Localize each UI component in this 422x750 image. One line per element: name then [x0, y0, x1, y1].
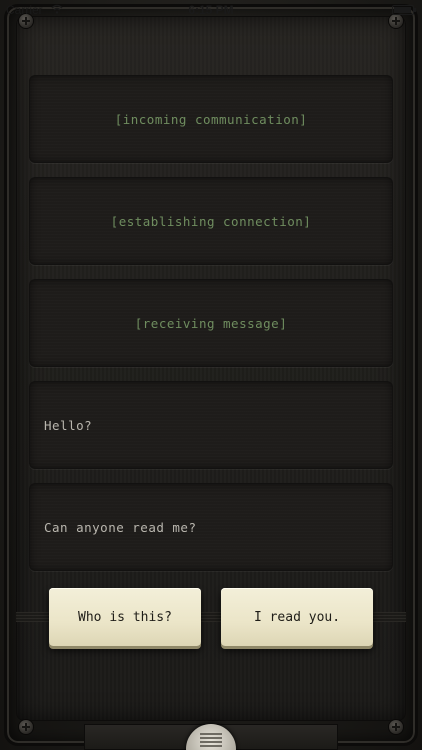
message-card: [establishing connection]	[29, 177, 393, 265]
status-time: 6:15 PM	[188, 3, 234, 17]
message-text: [incoming communication]	[114, 111, 308, 127]
message-text: [receiving message]	[134, 315, 288, 331]
screw-bottom-right-icon	[389, 720, 403, 734]
message-card: Can anyone read me?	[29, 483, 393, 571]
status-bar: Carrier 6:15 PM	[0, 0, 422, 20]
battery-icon	[392, 5, 416, 15]
screw-bottom-left-icon	[19, 720, 33, 734]
hamburger-icon	[200, 733, 222, 747]
app-screen: Carrier 6:15 PM [incoming communication]…	[0, 0, 422, 750]
message-text: Can anyone read me?	[44, 519, 197, 535]
message-card: [incoming communication]	[29, 75, 393, 163]
message-text: Hello?	[44, 417, 93, 433]
message-text: [establishing connection]	[110, 213, 312, 229]
choice-who-is-this-button[interactable]: Who is this?	[49, 588, 201, 646]
choice-i-read-you-button[interactable]: I read you.	[221, 588, 373, 646]
message-card: Hello?	[29, 381, 393, 469]
message-card: [receiving message]	[29, 279, 393, 367]
